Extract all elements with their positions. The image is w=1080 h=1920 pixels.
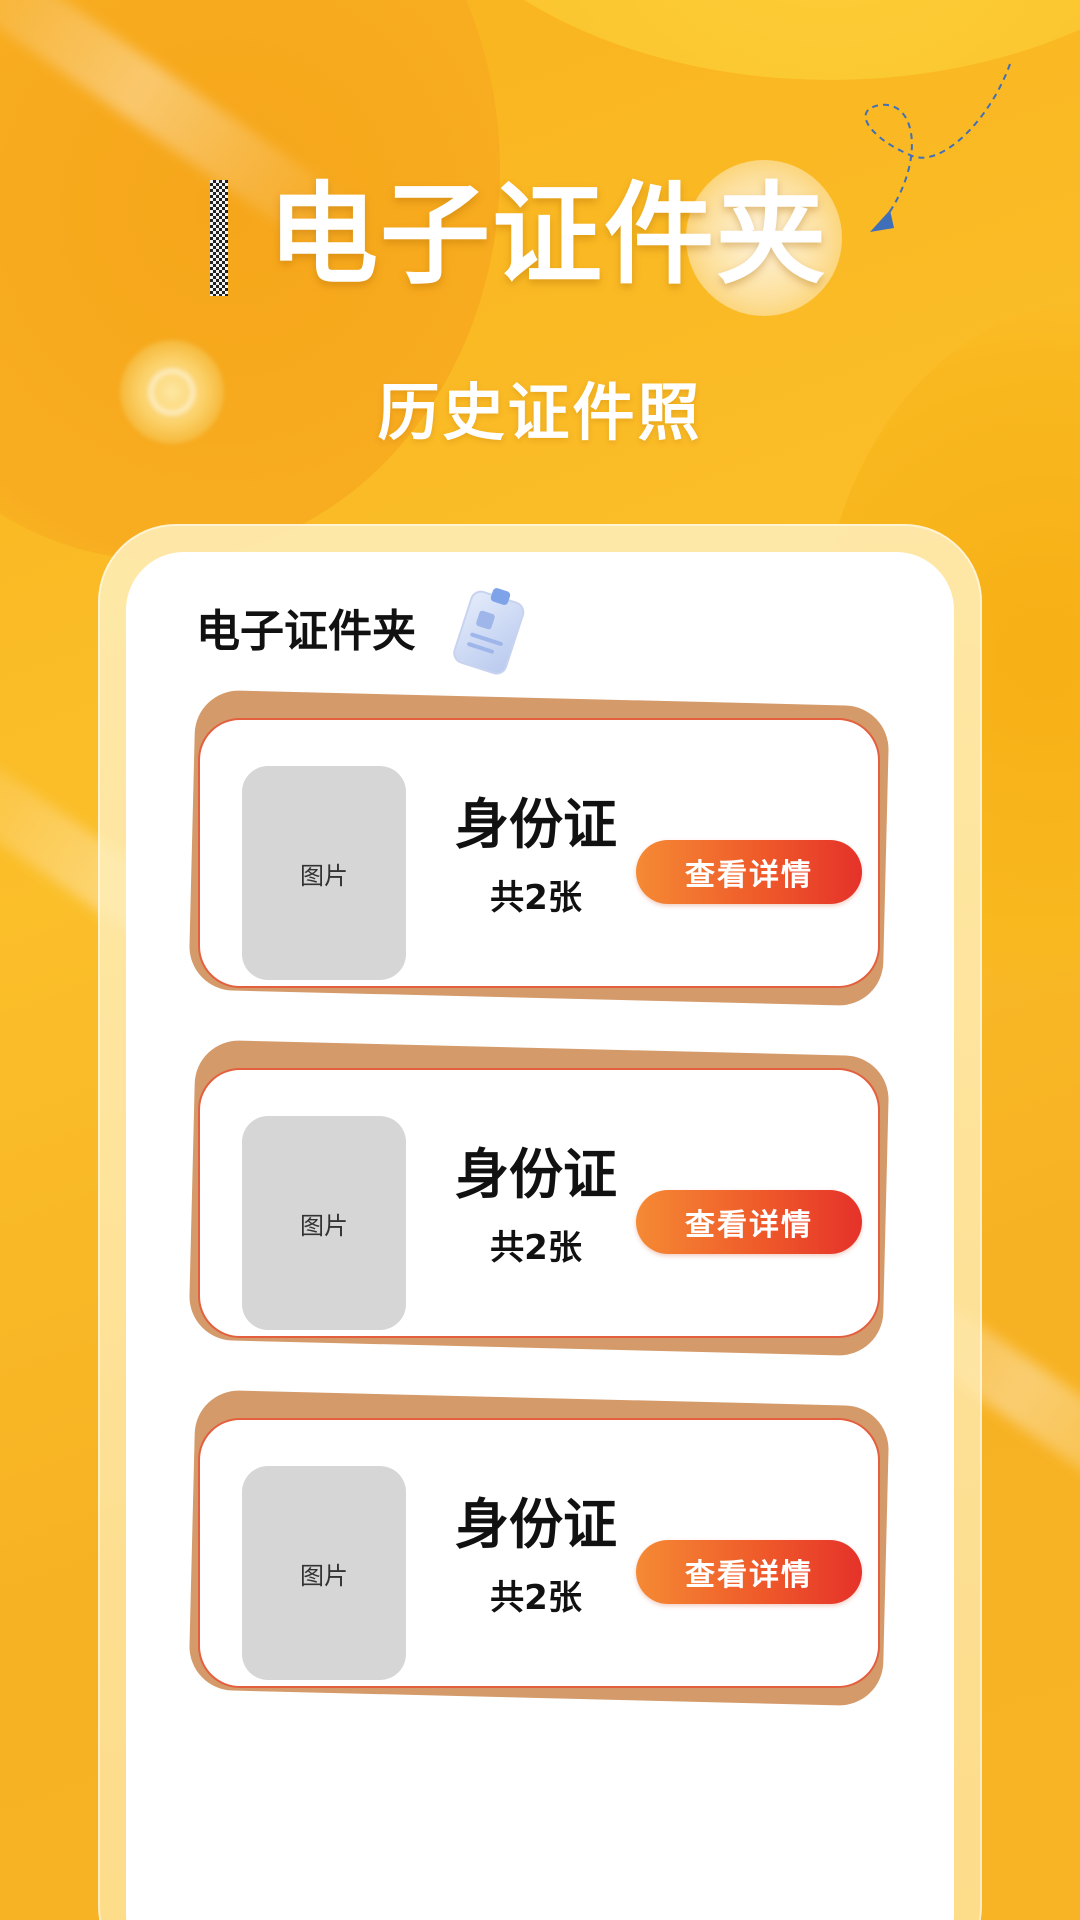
view-details-button[interactable]: 查看详情 <box>636 1190 862 1254</box>
id-card-icon <box>453 588 525 675</box>
document-card[interactable]: 图片 身份证 共2张 查看详情 <box>188 1389 890 1707</box>
document-card[interactable]: 图片 身份证 共2张 查看详情 <box>188 1039 890 1357</box>
page: 电子证件夹 历史证件照 电子证件夹 图片 身份证 共2张 查看详情 图片 身份证… <box>0 0 1080 1920</box>
document-thumbnail: 图片 <box>242 1466 406 1680</box>
card-body: 图片 身份证 共2张 查看详情 <box>198 1418 880 1688</box>
document-name: 身份证 <box>455 1493 617 1556</box>
view-details-button[interactable]: 查看详情 <box>636 840 862 904</box>
document-name: 身份证 <box>455 1143 617 1206</box>
document-count: 共2张 <box>490 878 582 918</box>
dashed-arrow-icon <box>864 63 1011 232</box>
view-details-button[interactable]: 查看详情 <box>636 1540 862 1604</box>
document-thumbnail: 图片 <box>242 1116 406 1330</box>
card-body: 图片 身份证 共2张 查看详情 <box>198 1068 880 1338</box>
document-count: 共2张 <box>490 1578 582 1618</box>
document-thumbnail: 图片 <box>242 766 406 980</box>
panel-title: 电子证件夹 <box>196 606 416 657</box>
page-subtitle: 历史证件照 <box>377 376 703 449</box>
document-count: 共2张 <box>490 1228 582 1268</box>
title-marker <box>210 180 228 296</box>
card-body: 图片 身份证 共2张 查看详情 <box>198 718 880 988</box>
page-title: 电子证件夹 <box>268 171 828 299</box>
document-card[interactable]: 图片 身份证 共2张 查看详情 <box>188 689 890 1007</box>
document-name: 身份证 <box>455 793 617 856</box>
